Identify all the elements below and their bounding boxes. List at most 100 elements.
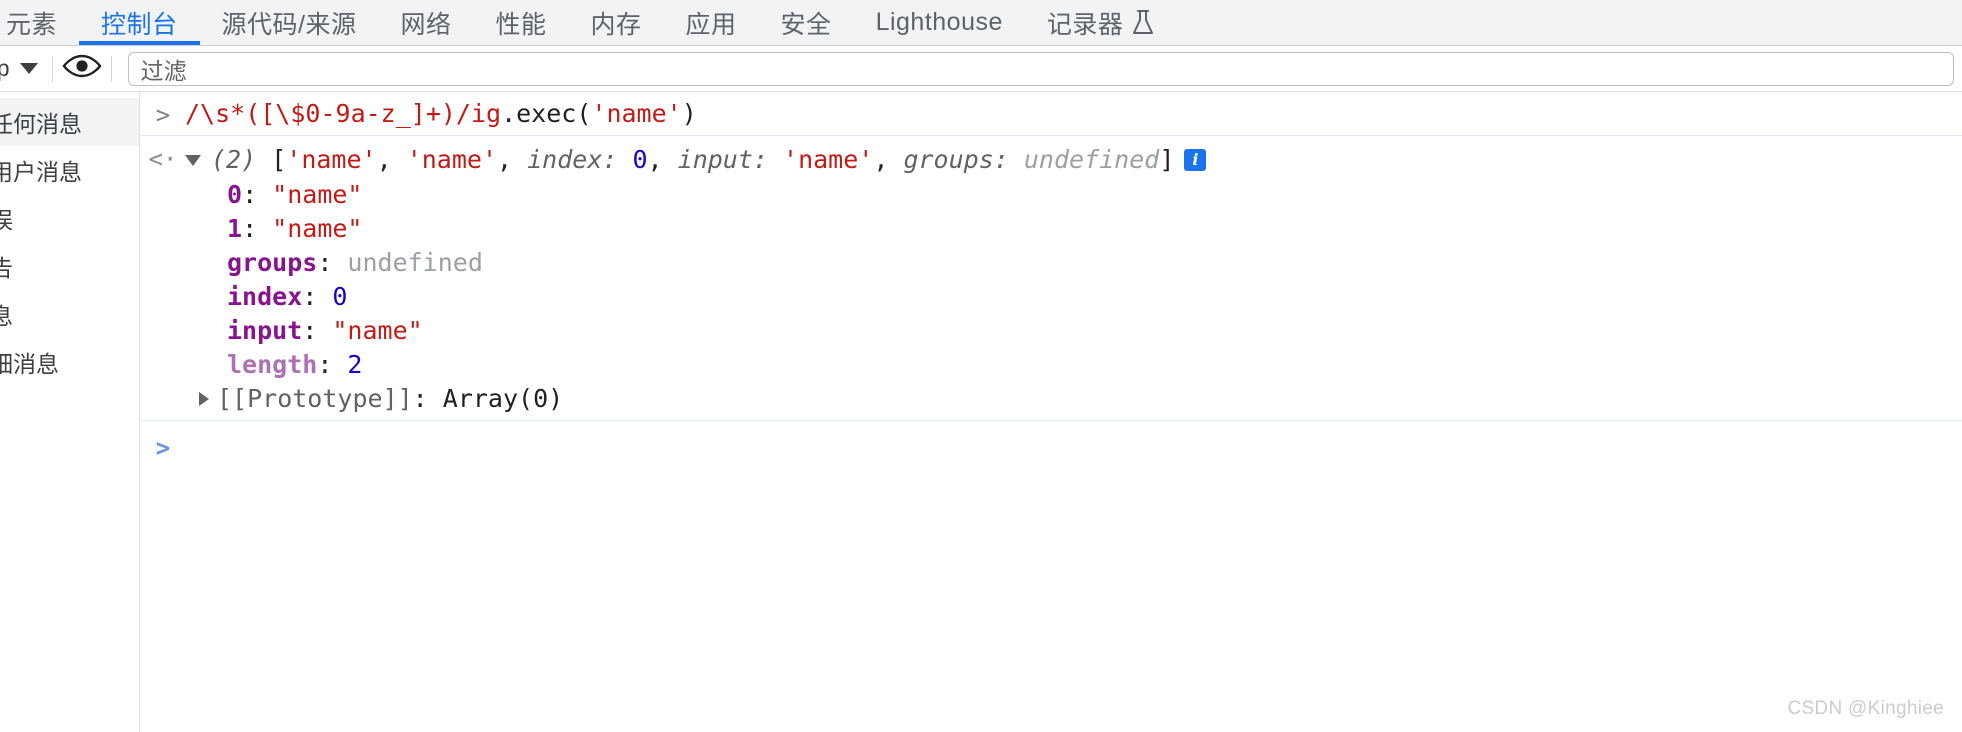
console-toolbar: op 过滤 — [0, 46, 1962, 92]
property-value: "name" — [272, 214, 363, 243]
property-value: 0 — [332, 282, 348, 311]
eye-icon — [62, 53, 102, 84]
tab-sources[interactable]: 源代码/来源 — [200, 0, 379, 45]
property-separator: : — [302, 316, 333, 345]
prototype-label: [[Prototype]] — [217, 384, 413, 413]
execution-context-label: op — [0, 55, 10, 81]
array-item-0: 'name' — [286, 145, 377, 174]
property-row-length[interactable]: length: 2 — [227, 348, 1962, 382]
tab-elements[interactable]: 元素 — [0, 0, 79, 45]
input-regex-literal: /\s*([\$0-9a-z_]+)/ig — [185, 99, 502, 128]
tab-network[interactable]: 网络 — [378, 0, 473, 45]
tab-label: 控制台 — [101, 10, 178, 39]
property-key: index — [227, 282, 303, 311]
info-icon[interactable]: i — [1184, 149, 1207, 171]
sidebar-item-label: 告 — [0, 255, 13, 281]
toolbar-divider — [51, 55, 53, 82]
property-row-1[interactable]: 1: "name" — [227, 212, 1962, 246]
result-preview-line[interactable]: (2) ['name', 'name', index: 0, input: 'n… — [185, 144, 1962, 176]
filter-placeholder: 过滤 — [140, 57, 187, 84]
tab-recorder[interactable]: 记录器 — [1025, 0, 1178, 45]
devtools-window: 元素 控制台 源代码/来源 网络 性能 内存 应用 安全 Lighthouse … — [0, 0, 1962, 732]
sep-2: , — [497, 145, 528, 174]
console-result-row[interactable]: <· (2) ['name', 'name', index: 0, input:… — [141, 136, 1962, 421]
input-close-paren: ) — [681, 99, 697, 128]
input-argument: 'name' — [591, 99, 682, 128]
property-value: undefined — [347, 248, 483, 277]
property-row-input[interactable]: input: "name" — [227, 314, 1962, 348]
tab-label: Lighthouse — [875, 8, 1003, 36]
sep-4: , — [873, 145, 904, 174]
property-key: groups — [227, 248, 318, 277]
tab-performance[interactable]: 性能 — [474, 0, 569, 45]
execution-context-selector[interactable]: op — [0, 55, 50, 82]
open-bracket: [ — [271, 145, 287, 174]
sidebar-item-label: 误 — [0, 207, 13, 233]
sep-1: , — [376, 145, 407, 174]
tab-security[interactable]: 安全 — [759, 0, 854, 45]
tab-label: 应用 — [685, 10, 737, 39]
array-count: (2) — [211, 145, 257, 174]
property-key: 0 — [227, 180, 243, 209]
property-separator: : — [302, 282, 333, 311]
console-input-expression: /\s*([\$0-9a-z_]+)/ig.exec('name') — [185, 99, 697, 129]
devtools-tabbar: 元素 控制台 源代码/来源 网络 性能 内存 应用 安全 Lighthouse … — [0, 0, 1962, 46]
property-separator: : — [317, 350, 348, 379]
tab-lighthouse[interactable]: Lighthouse — [854, 0, 1025, 45]
sidebar-item-errors[interactable]: 误 — [0, 194, 139, 242]
tab-application[interactable]: 应用 — [664, 0, 759, 45]
property-separator: : — [317, 248, 348, 277]
chevron-down-icon — [19, 63, 38, 74]
new-prompt-icon: > — [155, 434, 171, 462]
tab-memory[interactable]: 内存 — [569, 0, 664, 45]
console-message-list[interactable]: > /\s*([\$0-9a-z_]+)/ig.exec('name') <· … — [141, 92, 1962, 732]
preview-index-value: 0 — [632, 145, 648, 174]
property-key: length — [227, 350, 318, 379]
sidebar-item-label: 细消息 — [0, 351, 59, 377]
tab-label: 安全 — [780, 10, 832, 39]
tab-label: 性能 — [495, 10, 547, 39]
expand-triangle-icon[interactable] — [199, 392, 209, 406]
sidebar-item-warnings[interactable]: 告 — [0, 242, 139, 290]
input-prompt-icon: > — [155, 101, 171, 129]
console-filter-input[interactable]: 过滤 — [127, 51, 1954, 86]
expand-triangle-icon[interactable] — [185, 154, 201, 166]
tab-console[interactable]: 控制台 — [79, 0, 200, 45]
toolbar-divider-2 — [110, 55, 112, 82]
property-separator: : — [242, 214, 273, 243]
input-method-call: .exec( — [501, 99, 592, 128]
sep-3: , — [647, 145, 678, 174]
array-item-1: 'name' — [406, 145, 498, 174]
sidebar-item-info[interactable]: 息 — [0, 290, 139, 338]
object-property-list: 0: "name" 1: "name" groups: undefined in… — [185, 176, 1962, 416]
property-row-groups[interactable]: groups: undefined — [227, 246, 1962, 280]
tab-label: 内存 — [590, 10, 642, 39]
tab-label: 源代码/来源 — [221, 10, 357, 39]
console-input-row[interactable]: > /\s*([\$0-9a-z_]+)/ig.exec('name') — [141, 92, 1962, 136]
sidebar-item-label: 息 — [0, 303, 13, 329]
property-value: "name" — [332, 316, 423, 345]
console-sidebar: 任何消息 用户消息 误 告 息 细消息 — [0, 92, 140, 732]
live-expression-button[interactable] — [55, 49, 109, 89]
console-new-prompt-row[interactable]: > — [141, 421, 1962, 465]
tab-label: 元素 — [6, 10, 58, 39]
prototype-value: Array(0) — [442, 384, 564, 413]
property-value: "name" — [272, 180, 363, 209]
property-row-index[interactable]: index: 0 — [227, 280, 1962, 314]
sidebar-item-all-messages[interactable]: 任何消息 — [0, 98, 139, 146]
property-value: 2 — [347, 350, 363, 379]
close-bracket: ] — [1159, 145, 1175, 174]
preview-input-value: 'name' — [783, 145, 874, 174]
sidebar-item-label: 用户消息 — [0, 159, 82, 185]
property-row-prototype[interactable]: [[Prototype]]: Array(0) — [199, 382, 1962, 416]
preview-groups-key: groups: — [903, 145, 1024, 174]
prototype-separator: : — [412, 384, 443, 413]
flask-icon — [1131, 9, 1155, 37]
sidebar-item-user-messages[interactable]: 用户消息 — [0, 146, 139, 194]
property-row-0[interactable]: 0: "name" — [227, 178, 1962, 212]
sidebar-item-verbose[interactable]: 细消息 — [0, 338, 139, 386]
preview-groups-value: undefined — [1023, 145, 1160, 174]
tab-label: 记录器 — [1046, 10, 1124, 39]
preview-index-key: index: — [527, 145, 633, 174]
tab-label: 网络 — [400, 10, 452, 39]
